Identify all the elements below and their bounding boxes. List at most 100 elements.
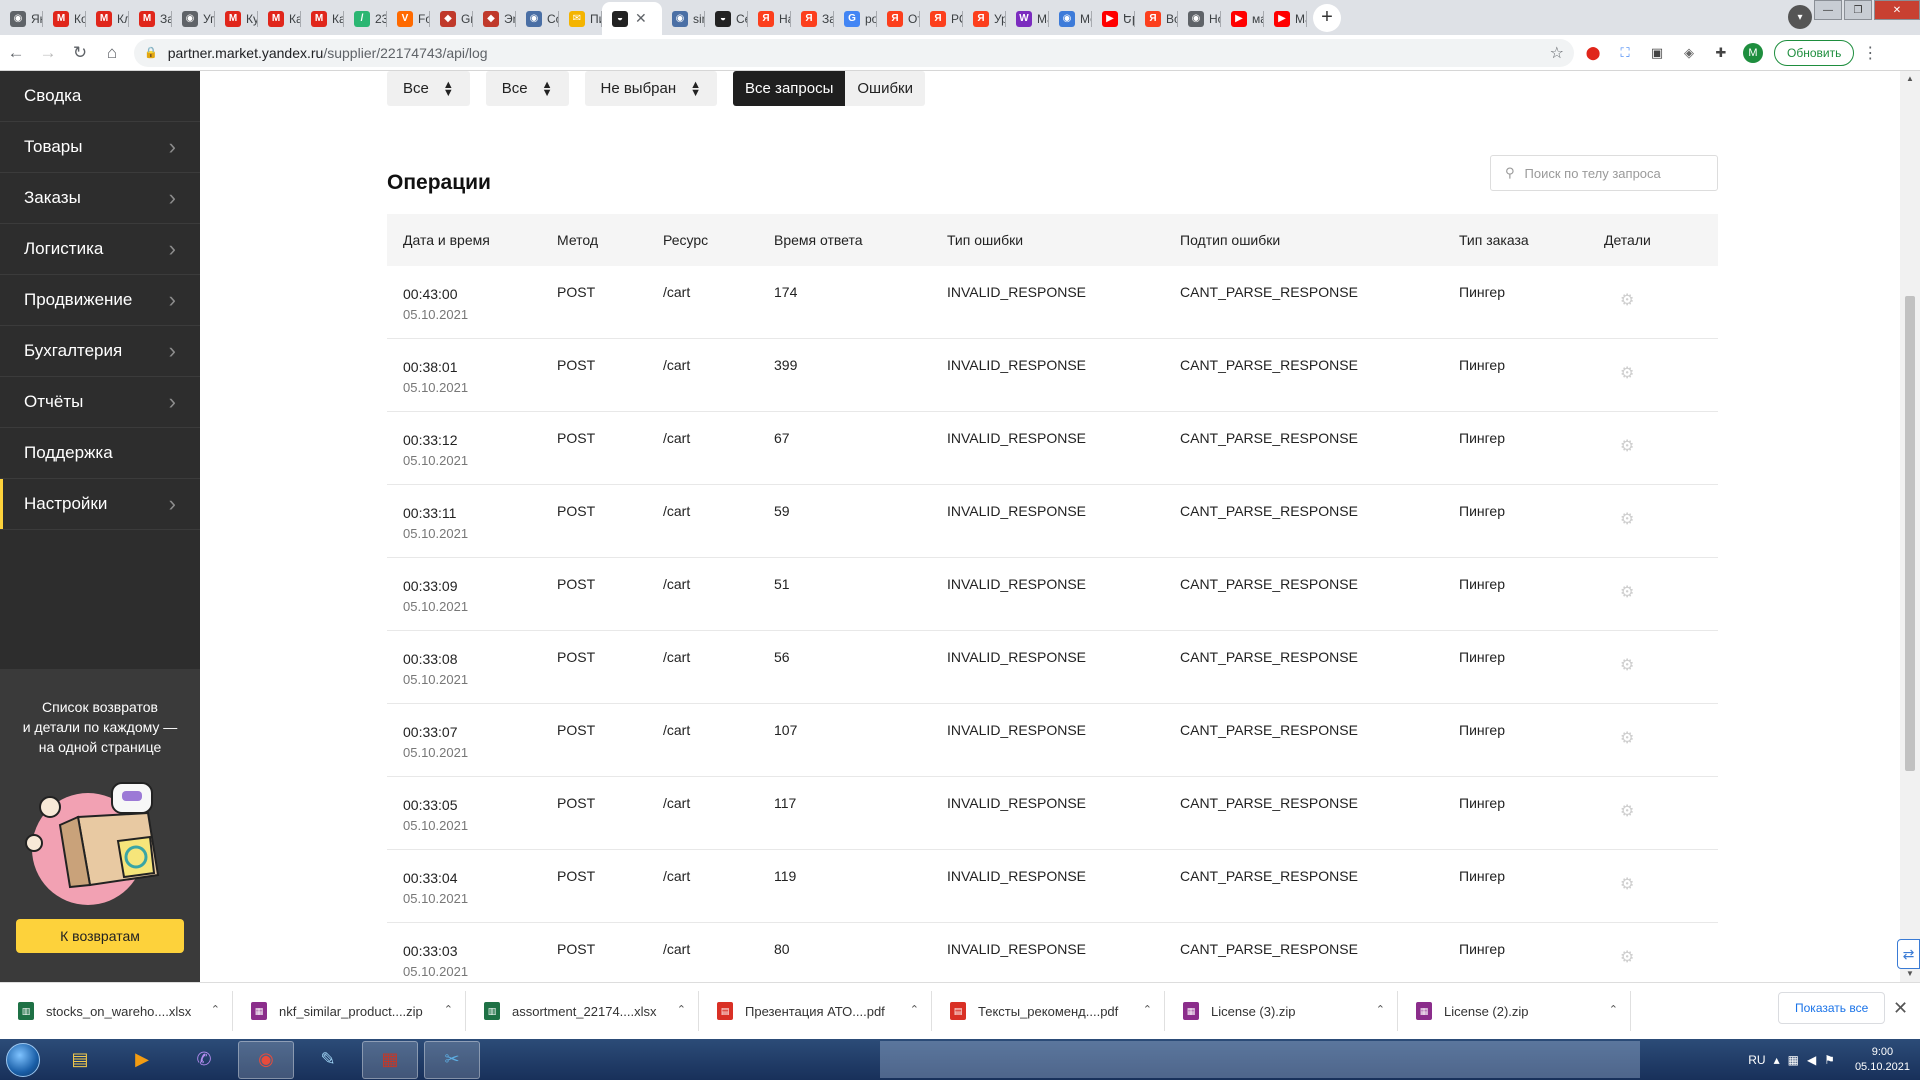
download-item[interactable]: ▤ Тексты_рекоменд....pdf ⌃ [932,991,1165,1031]
tab-search-icon[interactable]: ▾ [1788,5,1812,29]
sidebar-item[interactable]: Заказы › [0,173,200,224]
browser-tab[interactable]: ◆ Эη [473,2,516,35]
reload-icon[interactable]: ↻ [64,37,96,69]
sidebar-item[interactable]: Бухгалтерия › [0,326,200,377]
browser-tab[interactable]: Я За [791,2,834,35]
media-player-icon[interactable]: ▶ [114,1041,170,1079]
browser-tab[interactable]: M Ка [301,2,344,35]
table-row[interactable]: 00:33:11 05.10.2021 POST/cart 59 INVALID_RES… [387,485,1718,558]
download-item[interactable]: ▤ Презентация АТО....pdf ⌃ [699,991,932,1031]
explorer-icon[interactable]: ▤ [52,1041,108,1079]
new-tab-button[interactable]: + [1313,3,1341,32]
start-button[interactable] [0,1039,46,1080]
filter-select-3[interactable]: Не выбран ▲ ▼ [584,71,718,106]
viber-icon[interactable]: ✆ [176,1041,232,1079]
errors-tab[interactable]: Ошибки [845,71,925,106]
url-text[interactable]: partner.market.yandex.ru/supplier/221747… [168,45,1550,61]
browser-tab[interactable]: ▶ Ма [1264,2,1307,35]
back-icon[interactable]: ← [0,37,32,69]
lock-icon[interactable]: 🔒 [144,46,158,59]
browser-tab[interactable]: ◆ Gη [430,2,473,35]
close-downloads-icon[interactable]: ✕ [1893,998,1908,1019]
browser-tab[interactable]: ▶ ма [1221,2,1264,35]
download-item[interactable]: ▦ License (3).zip ⌃ [1165,991,1398,1031]
chevron-up-icon[interactable]: ⌃ [444,1003,453,1016]
browser-tab[interactable]: ◒ ✕ [602,2,662,35]
gear-icon[interactable]: ⚙ [1620,509,1634,529]
scrollbar-thumb[interactable] [1905,296,1915,771]
browser-tab[interactable]: Я РС [920,2,963,35]
browser-menu-icon[interactable]: ⋮ [1860,43,1880,63]
download-item[interactable]: ▦ nkf_similar_product....zip ⌃ [233,991,466,1031]
volume-icon[interactable]: ◀ [1807,1053,1816,1067]
translate-extension-icon[interactable]: ⛶ [1612,40,1638,66]
chrome-icon[interactable]: ◉ [238,1040,294,1079]
minimize-icon[interactable]: — [1814,0,1842,20]
browser-tab[interactable]: M Ка [258,2,301,35]
gear-icon[interactable]: ⚙ [1620,947,1634,967]
address-bar[interactable]: 🔒 partner.market.yandex.ru/supplier/2217… [134,38,1574,67]
language-indicator[interactable]: RU [1748,1053,1765,1067]
table-row[interactable]: 00:33:04 05.10.2021 POST/cart 119 INVALID_RE… [387,850,1718,923]
clock[interactable]: 9:00 05.10.2021 [1855,1045,1910,1075]
search-input[interactable] [1524,165,1705,181]
chevron-up-icon[interactable]: ⌃ [910,1003,919,1016]
browser-tab[interactable]: ◉ Мс [1049,2,1092,35]
table-row[interactable]: 00:33:08 05.10.2021 POST/cart 56 INVALID_RES… [387,631,1718,704]
network-icon[interactable]: ▦ [1788,1053,1799,1067]
bookmark-star-icon[interactable]: ☆ [1550,43,1564,63]
browser-tab[interactable]: ◉ Co [516,2,559,35]
chevron-up-icon[interactable]: ⌃ [1609,1003,1618,1016]
browser-tab[interactable]: Я Во [1135,2,1178,35]
browser-tab[interactable]: ◉ Но [1178,2,1221,35]
profile-avatar[interactable]: M [1740,40,1766,66]
browser-tab[interactable]: M Ко [43,2,86,35]
sidebar-item[interactable]: Настройки › [0,479,200,530]
winrar-icon[interactable]: ▦ [362,1040,418,1079]
to-returns-button[interactable]: К возвратам [16,919,184,953]
browser-tab[interactable]: ◉ Уп [172,2,215,35]
restore-icon[interactable]: ❐ [1844,0,1872,20]
gear-icon[interactable]: ⚙ [1620,363,1634,383]
update-button[interactable]: Обновить [1774,39,1855,66]
notepad-icon[interactable]: ✎ [300,1041,356,1079]
table-row[interactable]: 00:33:07 05.10.2021 POST/cart 107 INVALID_RE… [387,704,1718,777]
chevron-up-icon[interactable]: ⌃ [1376,1003,1385,1016]
browser-tab[interactable]: Gpo [834,2,877,35]
gear-icon[interactable]: ⚙ [1620,436,1634,456]
screenshot-extension-icon[interactable]: ▣ [1644,40,1670,66]
sidebar-item[interactable]: Сводка [0,71,200,122]
browser-tab[interactable]: M Ку [215,2,258,35]
table-row[interactable]: 00:33:05 05.10.2021 POST/cart 117 INVALID_RE… [387,777,1718,850]
download-item[interactable]: ▥ stocks_on_wareho....xlsx ⌃ [0,991,233,1031]
table-row[interactable]: 00:43:00 05.10.2021 POST/cart 174 INVALID_RE… [387,266,1718,339]
browser-tab[interactable]: ◉ sin [662,2,705,35]
table-row[interactable]: 00:33:09 05.10.2021 POST/cart 51 INVALID_RES… [387,558,1718,631]
window-close-icon[interactable]: ✕ [1874,0,1920,20]
sidebar-item[interactable]: Продвижение › [0,275,200,326]
scroll-up-icon[interactable]: ▲ [1900,71,1920,87]
filter-select-2[interactable]: Все ▲ ▼ [485,71,569,106]
browser-tab[interactable]: Я Ур [963,2,1006,35]
chevron-up-icon[interactable]: ⌃ [1143,1003,1152,1016]
filter-select-1[interactable]: Все ▲ ▼ [387,71,470,106]
tab-close-icon[interactable]: ✕ [635,10,647,27]
download-item[interactable]: ▥ assortment_22174....xlsx ⌃ [466,991,699,1031]
table-row[interactable]: 00:33:12 05.10.2021 POST/cart 67 INVALID_RES… [387,412,1718,485]
page-scrollbar[interactable]: ▲ ▼ [1900,71,1920,982]
tray-expand-icon[interactable]: ▴ [1774,1053,1780,1067]
browser-tab[interactable]: W Ма [1006,2,1049,35]
sidebar-item[interactable]: Товары › [0,122,200,173]
browser-tab[interactable]: ◒ Се [705,2,748,35]
home-icon[interactable]: ⌂ [96,37,128,69]
gear-icon[interactable]: ⚙ [1620,582,1634,602]
gear-icon[interactable]: ⚙ [1620,655,1634,675]
download-item[interactable]: ▦ License (2).zip ⌃ [1398,991,1631,1031]
browser-tab[interactable]: V Fo [387,2,430,35]
browser-tab[interactable]: M За [129,2,172,35]
gear-icon[interactable]: ⚙ [1620,290,1634,310]
gear-icon[interactable]: ⚙ [1620,874,1634,894]
chevron-up-icon[interactable]: ⌃ [211,1003,220,1016]
show-all-downloads-button[interactable]: Показать все [1778,992,1886,1024]
gear-icon[interactable]: ⚙ [1620,728,1634,748]
